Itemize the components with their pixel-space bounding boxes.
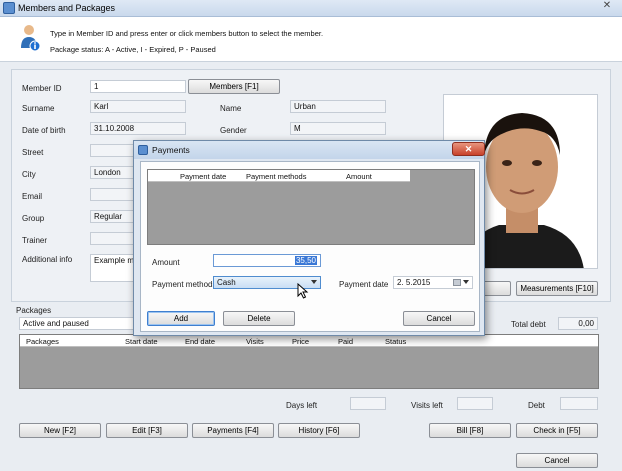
measurements-button[interactable]: Measurements [F10]	[516, 281, 598, 296]
payment-methods-value: Cash	[217, 278, 236, 287]
dob-field[interactable]: 31.10.2008	[90, 122, 186, 135]
payments-dialog-titlebar: Payments	[134, 141, 484, 159]
col-visits[interactable]: Visits	[246, 337, 264, 346]
dialog-app-icon	[138, 145, 148, 155]
payments-button[interactable]: Payments [F4]	[192, 423, 274, 438]
visits-left-field	[457, 397, 493, 410]
info-text-line1: Type in Member ID and press enter or cli…	[50, 29, 324, 38]
surname-label: Surname	[22, 104, 55, 113]
debt-field	[560, 397, 598, 410]
info-bar	[0, 17, 622, 62]
col-amount[interactable]: Amount	[346, 172, 372, 181]
name-field[interactable]: Urban	[290, 100, 386, 113]
member-id-label: Member ID	[22, 84, 62, 93]
days-left-field	[350, 397, 386, 410]
dob-label: Date of birth	[22, 126, 66, 135]
col-packages[interactable]: Packages	[26, 337, 59, 346]
col-status[interactable]: Status	[385, 337, 406, 346]
edit-button[interactable]: Edit [F3]	[106, 423, 188, 438]
mouse-cursor-icon	[297, 283, 309, 299]
checkin-button[interactable]: Check in [F5]	[516, 423, 598, 438]
user-info-icon	[21, 25, 40, 52]
amount-value: 35,50	[294, 256, 317, 265]
group-select[interactable]: Regular	[90, 210, 136, 223]
app-icon	[3, 2, 15, 14]
chevron-down-icon	[311, 280, 317, 284]
col-start-date[interactable]: Start date	[125, 337, 158, 346]
street-label: Street	[22, 148, 44, 157]
street-field[interactable]	[90, 144, 136, 157]
date-chevron-down-icon	[463, 280, 469, 284]
gender-label: Gender	[220, 126, 247, 135]
total-debt-field: 0,00	[558, 317, 598, 330]
payment-date-value: 2. 5.2015	[397, 278, 431, 287]
email-field[interactable]	[90, 188, 136, 201]
col-price[interactable]: Price	[292, 337, 309, 346]
package-filter-select[interactable]: Active and paused	[19, 317, 137, 330]
trainer-field[interactable]	[90, 232, 136, 245]
city-field[interactable]: London	[90, 166, 136, 179]
packages-label: Packages	[16, 306, 52, 315]
payments-dialog-title: Payments	[152, 145, 190, 155]
payments-grid-header: Payment date Payment methods Amount	[148, 170, 410, 182]
delete-button[interactable]: Delete	[223, 311, 295, 326]
window-titlebar: Members and Packages ✕	[0, 0, 622, 17]
col-payment-methods[interactable]: Payment methods	[246, 172, 306, 181]
window-close-icon[interactable]: ✕	[596, 0, 618, 12]
total-debt-label: Total debt	[511, 320, 546, 329]
package-filter-value: Active and paused	[23, 319, 89, 328]
additional-info-field[interactable]: Example mem	[90, 254, 136, 282]
visits-left-label: Visits left	[411, 401, 443, 410]
payment-date-picker[interactable]: 2. 5.2015	[393, 276, 473, 289]
col-payment-date[interactable]: Payment date	[180, 172, 226, 181]
amount-label: Amount	[152, 258, 180, 267]
col-paid[interactable]: Paid	[338, 337, 353, 346]
col-end-date[interactable]: End date	[185, 337, 215, 346]
additional-info-label: Additional info	[22, 255, 73, 264]
dialog-close-icon[interactable]: ✕	[452, 142, 485, 156]
bill-button[interactable]: Bill [F8]	[429, 423, 511, 438]
history-button[interactable]: History [F6]	[278, 423, 360, 438]
members-button[interactable]: Members [F1]	[188, 79, 280, 94]
payments-grid[interactable]: Payment date Payment methods Amount	[147, 169, 475, 245]
name-label: Name	[220, 104, 242, 113]
email-label: Email	[22, 192, 43, 201]
surname-field[interactable]: Karl	[90, 100, 186, 113]
packages-grid[interactable]: Packages Start date End date Visits Pric…	[19, 334, 599, 389]
payment-methods-label: Payment methods	[152, 280, 217, 289]
member-id-input[interactable]: 1	[90, 80, 186, 93]
payment-date-label: Payment date	[339, 280, 389, 289]
days-left-label: Days left	[286, 401, 318, 410]
new-button[interactable]: New [F2]	[19, 423, 101, 438]
info-text-line2: Package status: A - Active, I - Expired,…	[50, 45, 216, 54]
calendar-icon[interactable]	[453, 279, 461, 286]
add-button[interactable]: Add	[147, 311, 215, 326]
group-label: Group	[22, 214, 45, 223]
city-label: City	[22, 170, 36, 179]
cancel-button[interactable]: Cancel	[516, 453, 598, 468]
amount-input[interactable]: 35,50	[213, 254, 321, 267]
window-title: Members and Packages	[18, 3, 116, 13]
payments-dialog: Payments ✕ Payment date Payment methods …	[133, 140, 485, 336]
debt-label: Debt	[528, 401, 545, 410]
dialog-cancel-button[interactable]: Cancel	[403, 311, 475, 326]
payments-dialog-body: Payment date Payment methods Amount Amou…	[140, 161, 480, 332]
packages-grid-header: Packages Start date End date Visits Pric…	[20, 335, 598, 347]
gender-field[interactable]: M	[290, 122, 386, 135]
trainer-label: Trainer	[22, 236, 48, 245]
